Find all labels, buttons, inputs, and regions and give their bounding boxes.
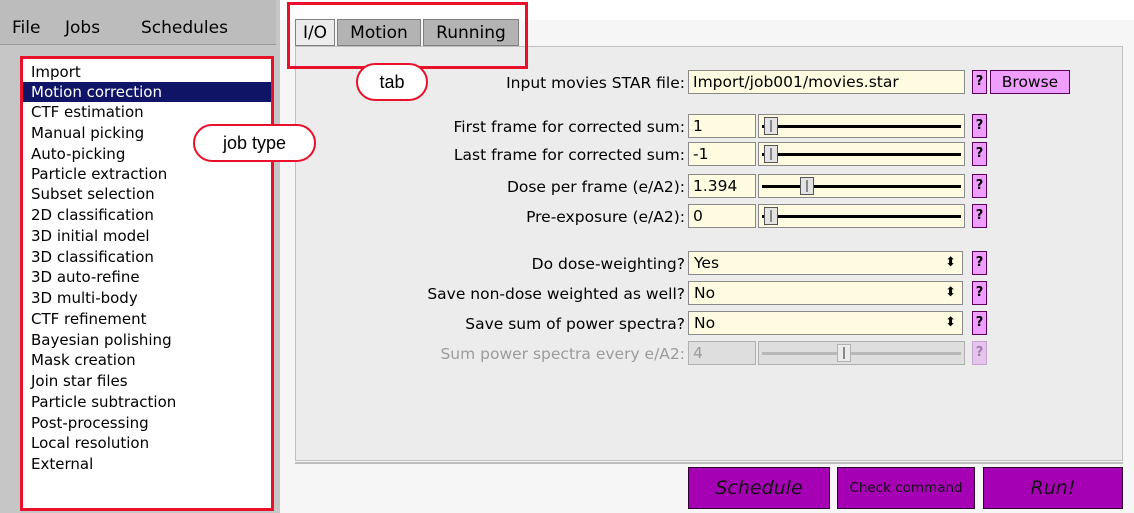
slider-knob[interactable] — [764, 117, 778, 135]
slider-knob[interactable] — [764, 207, 778, 225]
sum-power-label: Sum power spectra every e/A2: — [440, 345, 685, 363]
dose-weighting-select[interactable]: Yes ⬍ — [688, 251, 963, 275]
updown-arrows-icon: ⬍ — [945, 315, 956, 330]
help-button[interactable]: ? — [972, 114, 987, 138]
help-button[interactable]: ? — [972, 311, 987, 335]
updown-arrows-icon: ⬍ — [945, 255, 956, 270]
help-button[interactable]: ? — [972, 70, 987, 94]
divider — [295, 462, 1123, 464]
power-spectra-label: Save sum of power spectra? — [465, 315, 685, 333]
dose-weighting-label: Do dose-weighting? — [531, 255, 685, 273]
menu-bar: File Jobs Schedules — [0, 0, 276, 45]
help-button[interactable]: ? — [972, 281, 987, 305]
job-type-callout: job type — [193, 124, 316, 162]
run-button[interactable]: Run! — [983, 467, 1123, 509]
power-spectra-select[interactable]: No ⬍ — [688, 311, 963, 335]
sum-power-field: 4 — [688, 341, 756, 365]
slider-knob[interactable] — [764, 145, 778, 163]
help-button: ? — [972, 341, 987, 365]
help-button[interactable]: ? — [972, 251, 987, 275]
tab-callout: tab — [356, 63, 428, 101]
dose-field[interactable]: 1.394 — [688, 174, 756, 198]
input-movies-field[interactable]: Import/job001/movies.star — [688, 70, 965, 94]
schedule-button[interactable]: Schedule — [688, 467, 830, 509]
non-dose-select[interactable]: No ⬍ — [688, 281, 963, 305]
power-spectra-value: No — [694, 314, 716, 332]
preexposure-slider[interactable] — [758, 204, 965, 228]
first-frame-field[interactable]: 1 — [688, 114, 756, 138]
help-button[interactable]: ? — [972, 204, 987, 228]
last-frame-field[interactable]: -1 — [688, 142, 756, 166]
non-dose-label: Save non-dose weighted as well? — [427, 285, 685, 303]
dose-slider[interactable] — [758, 174, 965, 198]
menu-jobs[interactable]: Jobs — [65, 18, 100, 38]
preexposure-label: Pre-exposure (e/A2): — [526, 208, 685, 226]
menu-file[interactable]: File — [12, 18, 40, 38]
dose-weighting-value: Yes — [694, 254, 720, 272]
tab-highlight-box — [287, 2, 528, 69]
last-frame-slider[interactable] — [758, 142, 965, 166]
browse-button[interactable]: Browse — [990, 70, 1070, 94]
updown-arrows-icon: ⬍ — [945, 285, 956, 300]
first-frame-label: First frame for corrected sum: — [453, 118, 685, 136]
last-frame-label: Last frame for corrected sum: — [453, 146, 685, 164]
check-command-button[interactable]: Check command — [837, 467, 975, 509]
dose-label: Dose per frame (e/A2): — [506, 178, 685, 196]
first-frame-slider[interactable] — [758, 114, 965, 138]
help-button[interactable]: ? — [972, 174, 987, 198]
sum-power-slider — [758, 341, 965, 365]
input-movies-label: Input movies STAR file: — [506, 74, 685, 92]
slider-knob — [837, 344, 851, 362]
preexposure-field[interactable]: 0 — [688, 204, 756, 228]
help-button[interactable]: ? — [972, 142, 987, 166]
non-dose-value: No — [694, 284, 716, 302]
slider-knob[interactable] — [800, 177, 814, 195]
menu-schedules[interactable]: Schedules — [141, 18, 228, 38]
